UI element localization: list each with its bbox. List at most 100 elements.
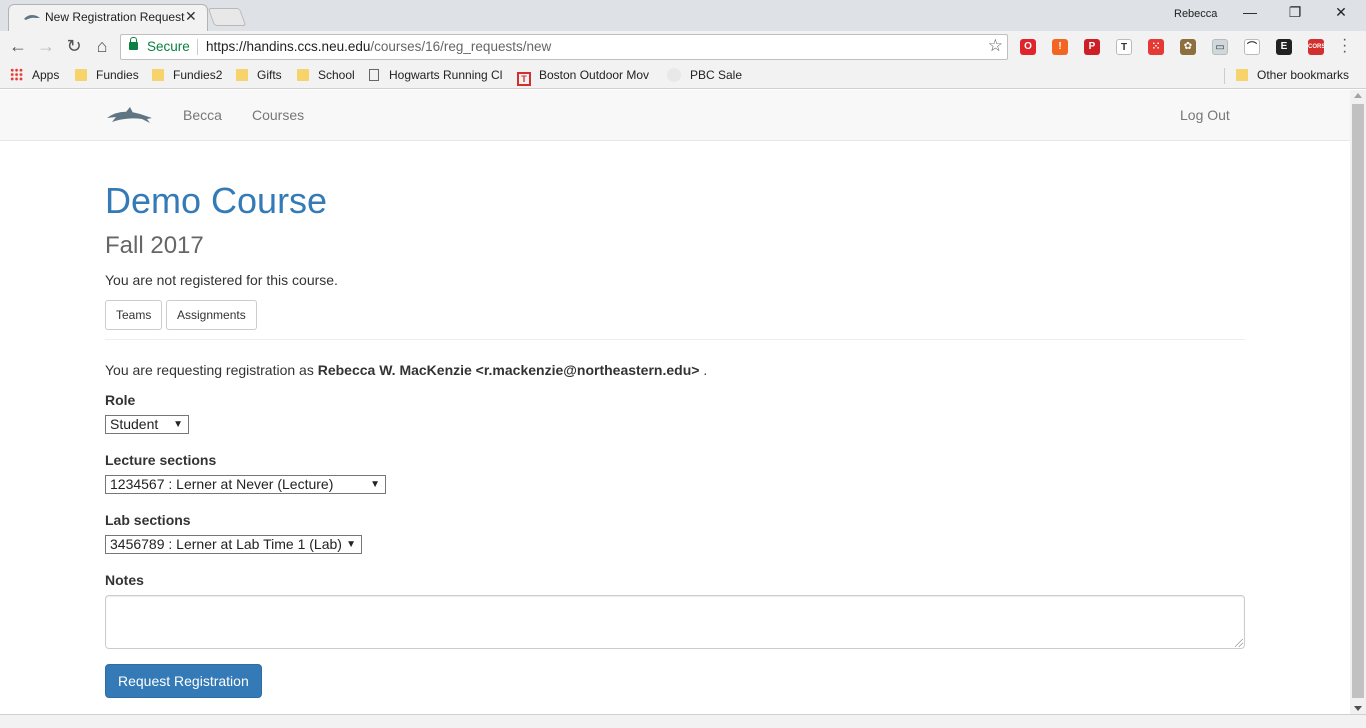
tooltip-icon[interactable]: T [1116,39,1132,55]
divider [105,339,1245,340]
folder-icon [152,69,164,81]
bookmark-label: Boston Outdoor Mov [539,68,650,82]
tab-strip: New Registration Request ✕ Rebecca — ❐ ✕ [0,0,1366,31]
dropdown-arrow-icon: ▼ [370,479,380,490]
browser-toolbar: ← → ↻ ⌂ Secure https://handins.ccs.neu.e… [0,31,1366,63]
bookmark-other[interactable]: Other bookmarks [1236,68,1349,82]
scrollbar-thumb[interactable] [1352,104,1364,698]
notes-textarea[interactable] [105,595,1245,649]
course-term: Fall 2017 [105,232,204,259]
role-label: Role [105,392,136,408]
bookmark-star-icon[interactable]: ☆ [988,36,1003,56]
dropdown-arrow-icon: ▼ [346,539,356,550]
url-text[interactable]: https://handins.ccs.neu.edu/courses/16/r… [206,39,551,54]
course-title[interactable]: Demo Course [105,180,327,222]
restore-icon[interactable]: ❐ [1281,4,1309,21]
bookmark-label: Hogwarts Running Cl [389,68,503,82]
bookmarks-divider [1224,68,1225,84]
minimize-icon[interactable]: — [1236,4,1264,20]
tab-title: New Registration Request [45,10,185,24]
apps-grid-icon [10,68,23,81]
url-path: /courses/16/reg_requests/new [370,39,552,54]
back-arrow-icon[interactable]: ← [7,36,29,57]
folder-icon [75,69,87,81]
logout-link[interactable]: Log Out [1180,107,1230,123]
resize-grip-icon[interactable] [1235,639,1243,647]
page-scrollbar[interactable] [1350,90,1366,714]
bookmarks-bar: Apps Fundies Fundies2 Gifts School Hogwa… [0,63,1366,89]
scroll-down-arrow-icon[interactable] [1354,706,1362,711]
registration-status: You are not registered for this course. [105,272,338,288]
omnibox-divider [197,39,198,55]
dice-icon[interactable]: ⁙ [1148,39,1164,55]
chat-icon[interactable]: ▭ [1212,39,1228,55]
lab-select-value: 3456789 : Lerner at Lab Time 1 (Lab) [110,536,342,552]
bookmark-boston-outdoor[interactable]: T Boston Outdoor Mov [517,68,655,86]
cors-icon[interactable]: CORS [1308,39,1325,55]
lecture-sections-select[interactable]: 1234567 : Lerner at Never (Lecture) ▼ [105,475,386,494]
bookmark-fundies2[interactable]: Fundies2 [152,68,222,82]
tab-close-icon[interactable]: ✕ [185,8,197,25]
dolphin-logo-icon[interactable] [106,106,154,126]
secure-label: Secure [147,39,190,54]
bookmark-school[interactable]: School [297,68,355,82]
dolphin-favicon-icon [24,15,40,20]
lab-sections-select[interactable]: 3456789 : Lerner at Lab Time 1 (Lab) ▼ [105,535,362,554]
request-summary: You are requesting registration as Rebec… [105,362,707,378]
bookmark-label: Other bookmarks [1257,68,1350,82]
lecture-sections-label: Lecture sections [105,452,217,468]
request-registration-button[interactable]: Request Registration [105,664,262,698]
browser-tab-active[interactable]: New Registration Request ✕ [8,4,208,31]
plant-icon[interactable]: ✿ [1180,39,1196,55]
bookmark-apps[interactable]: Apps [10,68,59,82]
folder-icon [297,69,309,81]
role-select-value: Student [110,416,159,432]
folder-icon [1236,69,1248,81]
forward-arrow-icon[interactable]: → [35,36,57,57]
bridge-icon[interactable]: ⌒ [1244,39,1260,55]
new-tab-button[interactable] [207,8,247,26]
nav-user-link[interactable]: Becca [183,107,222,123]
alert-icon[interactable]: ! [1052,39,1068,55]
close-window-icon[interactable]: ✕ [1327,4,1355,21]
opera-icon[interactable]: O [1020,39,1036,55]
t-logo-icon: T [517,72,531,86]
page-icon [369,69,379,81]
notes-label: Notes [105,572,144,588]
bookmark-label: Apps [32,68,60,82]
lock-icon [129,37,138,50]
profile-name[interactable]: Rebecca [1174,8,1217,20]
request-prefix: You are requesting registration as [105,362,314,378]
reload-icon[interactable]: ↻ [63,36,85,57]
bookmark-label: Fundies [96,68,139,82]
bookmark-gifts[interactable]: Gifts [236,68,282,82]
pinterest-icon[interactable]: P [1084,39,1100,55]
url-host: https://handins.ccs.neu.edu [206,39,371,54]
request-suffix: . [703,362,708,378]
bookmark-label: Fundies2 [173,68,223,82]
window-bottom-edge [0,714,1366,728]
lab-sections-label: Lab sections [105,512,191,528]
pbc-icon [667,68,681,82]
bookmark-label: PBC Sale [690,68,743,82]
bookmark-label: Gifts [257,68,282,82]
requester-identity: Rebecca W. MacKenzie <r.mackenzie@northe… [317,362,700,378]
nav-courses-link[interactable]: Courses [252,107,304,123]
site-navbar: Becca Courses Log Out [0,90,1350,141]
role-select[interactable]: Student ▼ [105,415,189,434]
bookmark-pbc-sale[interactable]: PBC Sale [667,68,742,82]
bookmark-fundies[interactable]: Fundies [75,68,139,82]
home-icon[interactable]: ⌂ [91,36,113,57]
address-bar[interactable]: Secure https://handins.ccs.neu.edu/cours… [120,34,1008,60]
bookmark-label: School [318,68,355,82]
page-viewport: Becca Courses Log Out Demo Course Fall 2… [0,90,1350,714]
browser-menu-icon[interactable]: · · · [1342,32,1347,60]
folder-icon [236,69,248,81]
teams-button[interactable]: Teams [105,300,163,330]
lecture-select-value: 1234567 : Lerner at Never (Lecture) [110,476,334,492]
evernote-icon[interactable]: E [1276,39,1292,55]
scroll-up-arrow-icon[interactable] [1354,93,1362,98]
dropdown-arrow-icon: ▼ [173,419,183,430]
bookmark-hogwarts[interactable]: Hogwarts Running Cl [369,68,503,82]
assignments-button[interactable]: Assignments [166,300,257,330]
